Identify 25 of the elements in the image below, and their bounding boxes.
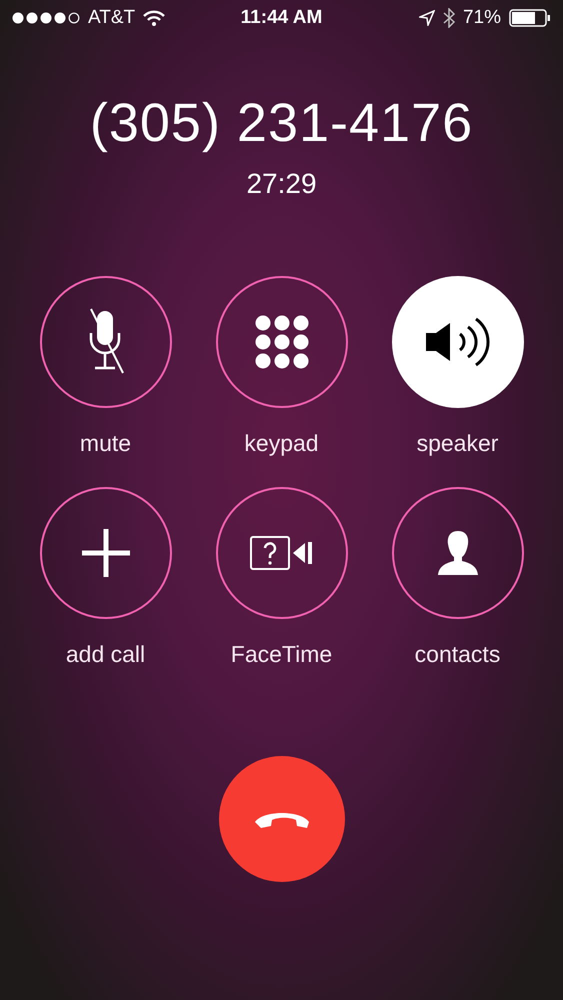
battery-percentage: 71% xyxy=(462,7,501,29)
battery-icon xyxy=(508,9,551,27)
facetime-button[interactable] xyxy=(216,487,348,619)
keypad-icon xyxy=(254,315,308,369)
add-button[interactable] xyxy=(40,487,172,619)
location-arrow-icon xyxy=(418,10,435,26)
speaker-icon xyxy=(424,315,492,369)
bluetooth-icon xyxy=(442,8,455,28)
button-label: FaceTime xyxy=(230,641,332,668)
clock-time: 11:44 AM xyxy=(240,7,322,29)
button-label: add call xyxy=(66,641,146,668)
keypad-button[interactable] xyxy=(216,276,348,408)
button-label: keypad xyxy=(244,430,319,457)
phone-number: (305) 231-4176 xyxy=(90,92,474,154)
button-label: mute xyxy=(80,430,132,457)
signal-strength-icon xyxy=(12,12,80,24)
video-camera-question-icon xyxy=(250,536,314,570)
call-duration: 27:29 xyxy=(246,168,317,200)
wifi-icon xyxy=(143,10,166,26)
carrier-name: AT&T xyxy=(88,7,136,29)
button-label: contacts xyxy=(414,641,500,668)
button-label: speaker xyxy=(416,430,498,457)
contacts-button[interactable] xyxy=(392,487,524,619)
plus-icon xyxy=(82,529,130,577)
mute-button[interactable] xyxy=(40,276,172,408)
